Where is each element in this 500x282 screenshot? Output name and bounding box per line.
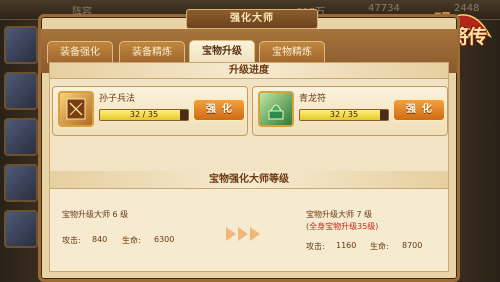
next-life-label: 生命:	[370, 242, 389, 251]
next-attack-value: 1160	[336, 241, 357, 250]
hero-avatar	[4, 118, 38, 156]
tab-equip-refine[interactable]: 装备精炼	[119, 41, 185, 63]
topbar-coins: 47734	[368, 3, 400, 14]
panel-title: 强化大师	[186, 9, 318, 29]
tab-treasure-upgrade[interactable]: 宝物升级	[189, 40, 255, 64]
tab-equip-strengthen[interactable]: 装备强化	[47, 41, 113, 63]
upgrade-progress-header: 升级进度	[50, 63, 448, 79]
hero-avatar	[4, 210, 38, 248]
book-icon[interactable]	[58, 91, 94, 127]
enhance-master-panel: 装备强化 装备精炼 宝物升级 宝物精炼 强化大师 升级进度 孙子兵法 32 / …	[38, 9, 460, 282]
level-progress-bar: 32 / 35	[99, 109, 189, 121]
next-master-level: 宝物升级大师 7 级	[306, 210, 373, 219]
next-life-value: 8700	[402, 241, 423, 250]
tab-treasure-refine[interactable]: 宝物精炼	[259, 41, 325, 63]
progress-text: 32 / 35	[129, 110, 159, 119]
background-left-strip	[0, 20, 42, 282]
current-attack-label: 攻击:	[62, 236, 81, 245]
treasure-card: 孙子兵法 32 / 35 强化	[52, 86, 248, 136]
strengthen-button[interactable]: 强化	[193, 99, 245, 121]
treasure-name: 孙子兵法	[99, 94, 136, 104]
hero-avatar	[4, 26, 38, 64]
next-level-requirement: (全身宝物升级35级)	[306, 222, 379, 231]
hero-avatar	[4, 72, 38, 110]
level-progress-bar: 32 / 35	[299, 109, 389, 121]
treasure-name: 青龙符	[299, 94, 327, 104]
current-attack-value: 840	[92, 235, 108, 244]
current-master-level: 宝物升级大师 6 级	[62, 210, 129, 219]
treasure-card: 青龙符 32 / 35 强化	[252, 86, 448, 136]
next-attack-label: 攻击:	[306, 242, 325, 251]
content-area: 升级进度 孙子兵法 32 / 35 强化 青龙符 32 / 35 强化 宝物强化…	[49, 62, 449, 272]
current-life-value: 6300	[154, 235, 175, 244]
current-life-label: 生命:	[122, 236, 141, 245]
jade-seal-icon[interactable]	[258, 91, 294, 127]
progress-text: 32 / 35	[329, 110, 359, 119]
strengthen-button[interactable]: 强化	[393, 99, 445, 121]
hero-avatar	[4, 164, 38, 202]
master-level-header: 宝物强化大师等级	[50, 171, 448, 189]
arrow-right-icon	[226, 227, 260, 241]
